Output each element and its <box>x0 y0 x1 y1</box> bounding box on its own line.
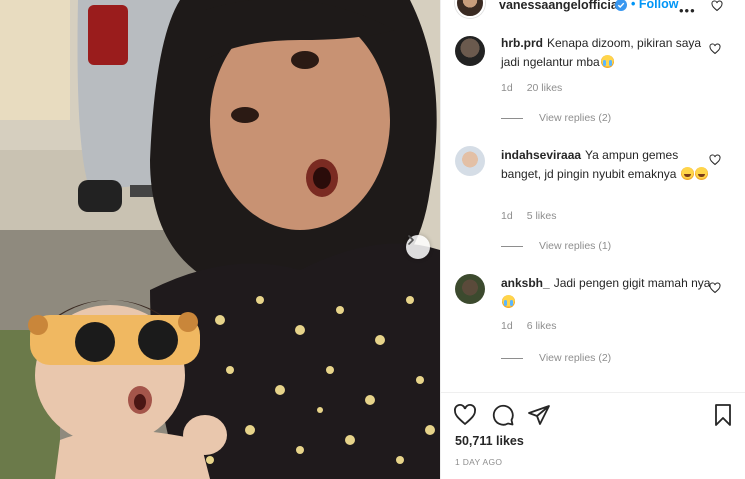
replies-divider-line <box>501 117 523 119</box>
comment-like-heart-icon[interactable] <box>709 43 721 55</box>
comment-likes[interactable]: 5 likes <box>527 210 557 222</box>
heart-icon[interactable] <box>453 403 477 427</box>
laughing-emoji-icon <box>680 167 694 180</box>
comment-like-heart-icon[interactable] <box>709 282 721 294</box>
heart-icon[interactable] <box>711 0 723 12</box>
laughing-emoji-icon <box>694 167 708 180</box>
comment-age: 1d <box>501 320 513 332</box>
post-likes-count[interactable]: 50,711 likes <box>455 434 524 448</box>
post-actions-bar: 50,711 likes 1 DAY AGO <box>441 392 745 479</box>
comment-text-block: indahseviraaa Ya ampun gemes banget, jd p… <box>501 146 711 184</box>
comment-text-block: hrb.prd Kenapa dizoom, pikiran saya jadi … <box>501 34 711 72</box>
poster-username[interactable]: vanessaangelofficial <box>499 0 621 12</box>
commenter-avatar[interactable] <box>455 146 485 176</box>
comment-meta: 1d 20 likes <box>501 82 576 94</box>
view-replies-button[interactable]: View replies (2) <box>501 352 611 364</box>
post-photo <box>0 0 440 479</box>
replies-divider-line <box>501 245 523 247</box>
comment-text-block: anksbh_ Jadi pengen gigit mamah nya <box>501 274 711 312</box>
photo-illustration <box>0 0 440 479</box>
view-replies-button[interactable]: View replies (2) <box>501 112 611 124</box>
comment-username[interactable]: hrb.prd <box>501 36 543 50</box>
commenter-avatar[interactable] <box>455 274 485 304</box>
bookmark-icon[interactable] <box>711 403 735 427</box>
paper-plane-icon[interactable] <box>527 403 551 427</box>
crying-emoji-icon <box>502 295 515 308</box>
view-replies-label: View replies (2) <box>539 112 612 124</box>
poster-avatar[interactable] <box>455 0 485 18</box>
follow-button[interactable]: • Follow <box>631 0 678 11</box>
comment-meta: 1d 5 likes <box>501 210 570 222</box>
follow-label: Follow <box>638 0 679 11</box>
comment-username[interactable]: indahseviraaa <box>501 148 581 162</box>
comment-meta: 1d 6 likes <box>501 320 570 332</box>
next-photo-button[interactable] <box>406 235 430 259</box>
comment-likes[interactable]: 20 likes <box>527 82 563 94</box>
follow-separator: • <box>631 0 639 11</box>
comment-age: 1d <box>501 82 513 94</box>
post-side-panel: vanessaangelofficial • Follow ••• hrb.pr… <box>440 0 745 479</box>
crying-emoji-icon <box>600 55 614 68</box>
chevron-right-icon <box>408 235 414 245</box>
commenter-avatar[interactable] <box>455 36 485 66</box>
post-header: vanessaangelofficial • Follow ••• <box>441 0 745 24</box>
comment-likes[interactable]: 6 likes <box>527 320 557 332</box>
verified-badge-icon <box>615 0 627 11</box>
post-timestamp: 1 DAY AGO <box>455 457 503 467</box>
comment-like-heart-icon[interactable] <box>709 154 721 166</box>
comment-bubble-icon[interactable] <box>491 403 515 427</box>
comment-username[interactable]: anksbh_ <box>501 276 550 290</box>
view-replies-label: View replies (1) <box>539 240 612 252</box>
view-replies-label: View replies (2) <box>539 352 612 364</box>
replies-divider-line <box>501 357 523 359</box>
view-replies-button[interactable]: View replies (1) <box>501 240 611 252</box>
comment-body: Jadi pengen gigit mamah nya <box>553 276 711 290</box>
more-options-button[interactable]: ••• <box>679 3 696 18</box>
comment-age: 1d <box>501 210 513 222</box>
